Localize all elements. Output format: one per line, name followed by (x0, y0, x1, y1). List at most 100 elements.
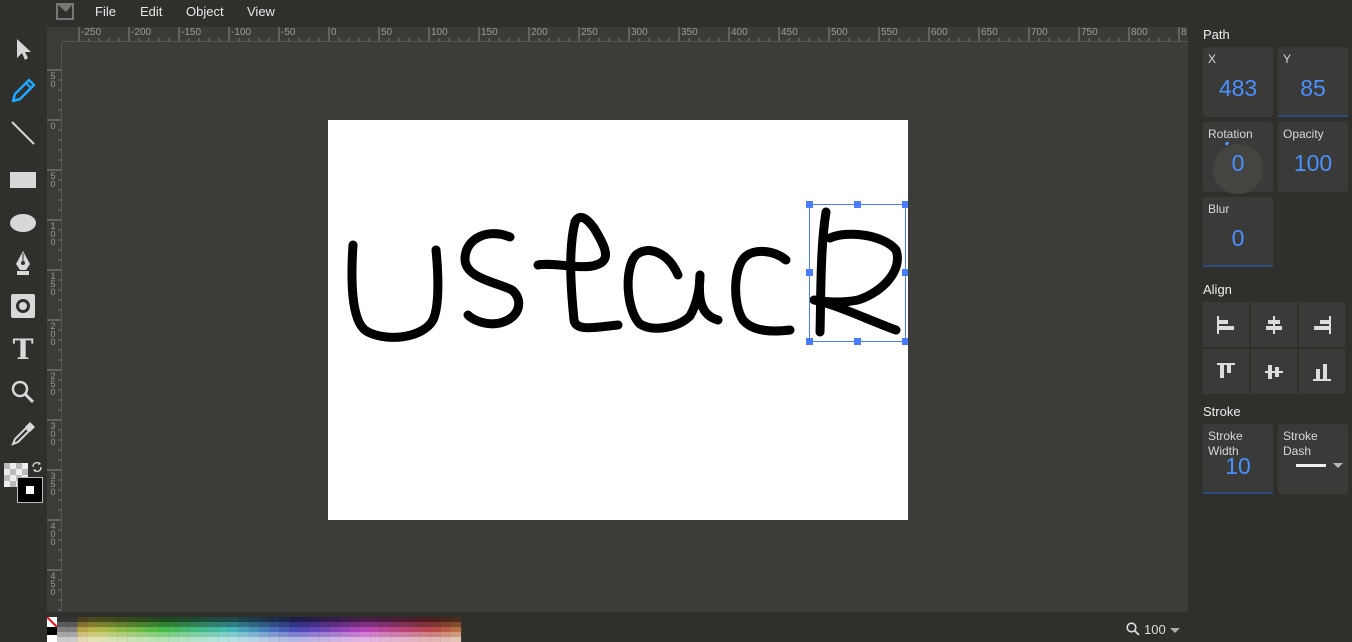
menu-edit[interactable]: Edit (140, 4, 162, 19)
palette-swatch[interactable] (360, 617, 371, 623)
stroke-letter-k-stem[interactable] (815, 207, 831, 337)
palette-swatch[interactable] (57, 617, 68, 623)
stroke-dash-field[interactable]: Stroke Dash (1278, 424, 1348, 494)
palette-swatch[interactable] (218, 617, 229, 623)
palette-swatch[interactable] (57, 632, 68, 638)
palette-swatch[interactable] (410, 632, 421, 638)
palette-swatch[interactable] (360, 622, 371, 628)
stroke-dash-dropdown-icon[interactable] (1333, 463, 1343, 468)
palette-swatch[interactable] (188, 637, 199, 642)
palette-swatch[interactable] (319, 622, 330, 628)
palette-swatch[interactable] (319, 637, 330, 642)
zoom-value[interactable]: 100 (1144, 622, 1166, 637)
palette-swatch[interactable] (238, 617, 249, 623)
palette-swatch[interactable] (87, 637, 98, 642)
palette-swatch[interactable] (269, 637, 280, 642)
palette-swatch[interactable] (97, 627, 108, 633)
text-tool-button[interactable]: T (6, 332, 40, 366)
stroke-letter-s[interactable] (460, 229, 524, 329)
palette-swatch[interactable] (158, 627, 169, 633)
palette-swatch[interactable] (440, 627, 451, 633)
palette-swatch[interactable] (360, 637, 371, 642)
palette-swatch[interactable] (309, 627, 320, 633)
palette-swatch[interactable] (137, 632, 148, 638)
palette-swatch[interactable] (158, 637, 169, 642)
palette-swatch[interactable] (279, 617, 290, 623)
palette-swatch[interactable] (430, 632, 441, 638)
color-palette[interactable] (47, 617, 462, 642)
select-tool-button[interactable] (6, 32, 40, 66)
line-tool-button[interactable] (6, 116, 40, 150)
stroke-letter-c[interactable] (731, 247, 795, 336)
palette-swatch[interactable] (420, 622, 431, 628)
palette-swatch[interactable] (168, 617, 179, 623)
palette-swatch[interactable] (127, 627, 138, 633)
stroke-width-field[interactable]: Stroke Width 10 (1203, 424, 1273, 494)
palette-swatch[interactable] (137, 622, 148, 628)
palette-swatch[interactable] (147, 637, 159, 642)
palette-swatch[interactable] (67, 637, 78, 642)
palette-swatch[interactable] (137, 617, 148, 623)
palette-swatch[interactable] (198, 632, 209, 638)
palette-swatch[interactable] (168, 622, 179, 628)
palette-swatch[interactable] (259, 637, 270, 642)
palette-swatch[interactable] (228, 632, 239, 638)
palette-swatch[interactable] (188, 617, 199, 623)
palette-swatch[interactable] (107, 627, 118, 633)
resize-handle-nw[interactable] (806, 201, 813, 208)
palette-swatch[interactable] (289, 622, 300, 628)
palette-swatch[interactable] (430, 622, 441, 628)
palette-swatch[interactable] (259, 622, 270, 628)
palette-swatch[interactable] (158, 617, 169, 623)
rotation-value[interactable]: 0 (1203, 150, 1273, 177)
align-top-button[interactable] (1203, 349, 1249, 394)
palette-swatch[interactable] (450, 637, 462, 642)
palette-swatch[interactable] (117, 637, 128, 642)
palette-swatch[interactable] (127, 637, 138, 642)
palette-swatch[interactable] (420, 627, 431, 633)
palette-swatch[interactable] (127, 632, 138, 638)
palette-swatch[interactable] (370, 617, 381, 623)
palette-swatch[interactable] (259, 632, 270, 638)
palette-swatch[interactable] (178, 622, 189, 628)
palette-swatch[interactable] (97, 632, 108, 638)
palette-swatch[interactable] (87, 617, 98, 623)
palette-swatch[interactable] (329, 622, 340, 628)
palette-swatch[interactable] (339, 637, 350, 642)
palette-swatch[interactable] (218, 632, 229, 638)
zoom-tool-button[interactable] (6, 375, 40, 409)
x-field[interactable]: X 483 (1203, 47, 1273, 117)
palette-swatch[interactable] (107, 617, 118, 623)
horizontal-ruler[interactable]: -250 -200 -150 -100 -50 0 50 100 150 200 250 300 350… (62, 27, 1188, 42)
palette-swatch[interactable] (228, 637, 239, 642)
stroke-letter-a[interactable] (623, 246, 723, 333)
palette-swatch[interactable] (390, 632, 401, 638)
shapes-tool-button[interactable] (6, 289, 40, 323)
palette-swatch[interactable] (137, 637, 148, 642)
palette-swatch[interactable] (309, 622, 320, 628)
palette-swatch[interactable] (370, 627, 381, 633)
palette-swatch[interactable] (178, 617, 189, 623)
palette-swatch[interactable] (107, 622, 118, 628)
palette-swatch[interactable] (269, 632, 280, 638)
palette-swatch[interactable] (420, 637, 431, 642)
drawing-canvas[interactable] (328, 120, 908, 520)
palette-swatch[interactable] (450, 627, 462, 633)
swap-colors-icon[interactable] (31, 461, 43, 473)
palette-swatch[interactable] (420, 632, 431, 638)
palette-swatch[interactable] (259, 627, 270, 633)
palette-swatch[interactable] (158, 632, 169, 638)
palette-swatch[interactable] (77, 632, 88, 638)
y-value[interactable]: 85 (1278, 75, 1348, 102)
align-center-button[interactable] (1251, 302, 1297, 347)
palette-swatch[interactable] (410, 627, 421, 633)
palette-swatch[interactable] (238, 632, 249, 638)
vertical-ruler[interactable]: 50 0 50 100 150 200 250 300 350 400 450 (47, 42, 62, 612)
palette-swatch[interactable] (188, 632, 199, 638)
stroke-letter-t-stem[interactable] (566, 217, 623, 333)
palette-swatch[interactable] (360, 632, 371, 638)
palette-swatch[interactable] (339, 622, 350, 628)
palette-swatch[interactable] (248, 617, 260, 623)
palette-swatch[interactable] (67, 627, 78, 633)
palette-swatch[interactable] (360, 627, 371, 633)
